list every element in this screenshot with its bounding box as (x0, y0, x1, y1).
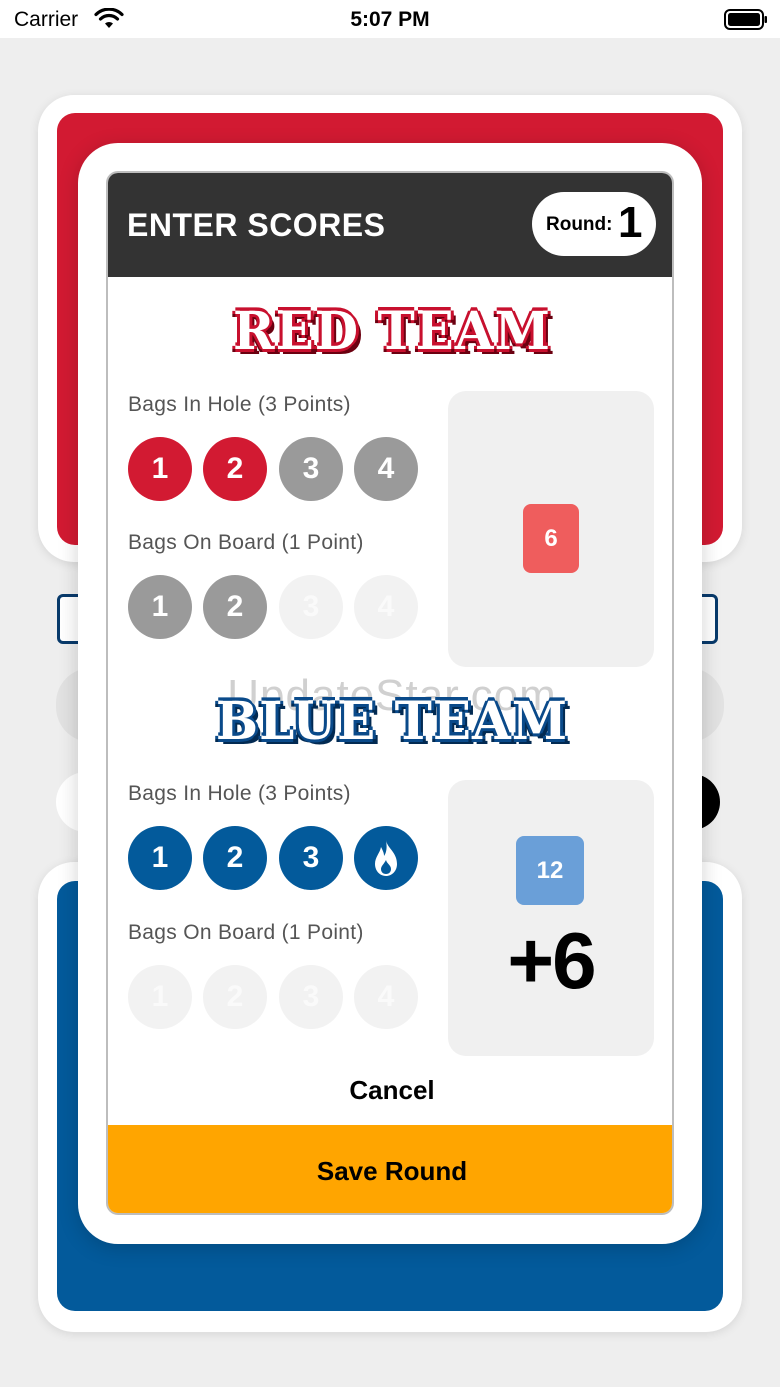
status-bar: Carrier 5:07 PM (0, 0, 780, 38)
score-difference: +6 (507, 916, 596, 1005)
red-board-bag-2[interactable]: 2 (203, 575, 267, 639)
save-round-button[interactable]: Save Round (108, 1125, 672, 1213)
red-hole-bag-3[interactable]: 3 (279, 437, 343, 501)
blue-score-badge: 12 (516, 836, 584, 905)
blue-team-heading: BLUE TEAM (215, 689, 569, 752)
red-board-label: Bags On Board (1 Point) (128, 531, 364, 554)
clock: 5:07 PM (350, 8, 430, 31)
fire-icon (375, 840, 397, 876)
blue-board-bag-1[interactable]: 1 (128, 965, 192, 1029)
red-score-badge: 6 (523, 504, 579, 573)
blue-hole-bag-1[interactable]: 1 (128, 826, 192, 890)
red-board-bag-1[interactable]: 1 (128, 575, 192, 639)
blue-board-bags: 1 2 3 4 (128, 965, 428, 1029)
red-hole-bags: 1 2 3 4 (128, 437, 428, 501)
blue-hole-bag-4[interactable] (354, 826, 418, 890)
red-hole-bag-4[interactable]: 4 (354, 437, 418, 501)
round-indicator: Round: 1 (532, 192, 656, 256)
blue-hole-bags: 1 2 3 (128, 826, 428, 890)
round-number: 1 (618, 198, 643, 247)
blue-board-bag-3[interactable]: 3 (279, 965, 343, 1029)
red-hole-label: Bags In Hole (3 Points) (128, 393, 351, 416)
red-board-bag-3[interactable]: 3 (279, 575, 343, 639)
blue-hole-bag-2[interactable]: 2 (203, 826, 267, 890)
blue-board-label: Bags On Board (1 Point) (128, 921, 364, 944)
red-score-box: 6 (448, 391, 654, 667)
cancel-button[interactable]: Cancel (108, 1075, 672, 1106)
blue-board-bag-4[interactable]: 4 (354, 965, 418, 1029)
enter-scores-modal: ENTER SCORES Round: 1 RED TEAM Bags In H… (106, 171, 674, 1215)
blue-score-box: 12 +6 (448, 780, 654, 1056)
battery-icon (724, 9, 767, 30)
modal-title: ENTER SCORES (127, 207, 386, 243)
red-board-bags: 1 2 3 4 (128, 575, 428, 639)
red-hole-bag-1[interactable]: 1 (128, 437, 192, 501)
modal-header: ENTER SCORES Round: 1 (108, 173, 672, 277)
red-board-bag-4[interactable]: 4 (354, 575, 418, 639)
blue-hole-label: Bags In Hole (3 Points) (128, 782, 351, 805)
round-label: Round: (546, 214, 613, 235)
blue-board-bag-2[interactable]: 2 (203, 965, 267, 1029)
red-hole-bag-2[interactable]: 2 (203, 437, 267, 501)
blue-hole-bag-3[interactable]: 3 (279, 826, 343, 890)
red-team-heading: RED TEAM (233, 299, 551, 362)
